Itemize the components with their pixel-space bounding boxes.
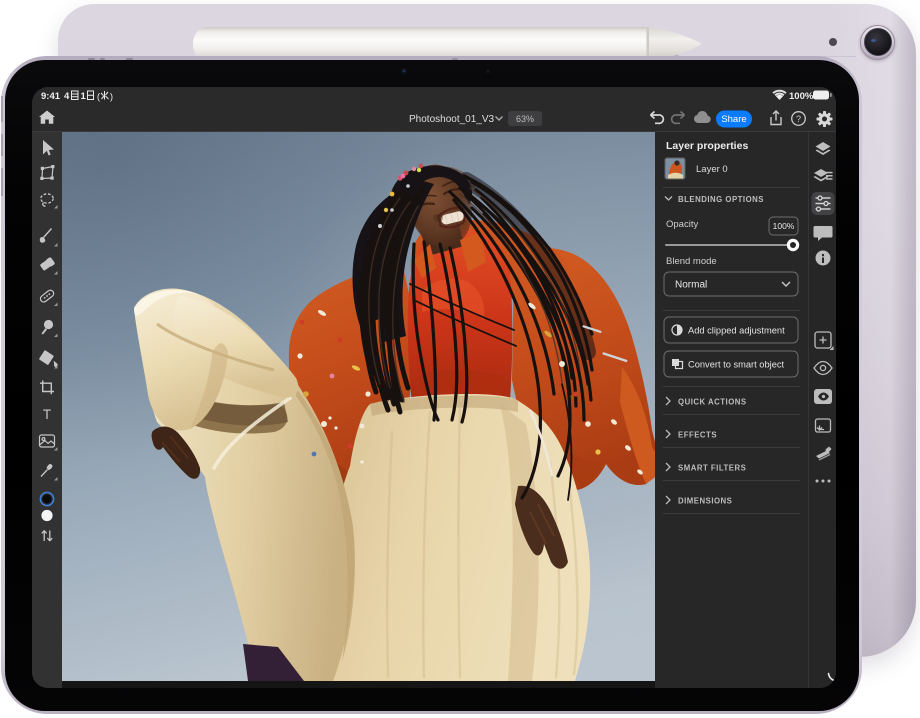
svg-text:): ) xyxy=(110,92,113,102)
svg-text:DIMENSIONS: DIMENSIONS xyxy=(678,497,732,506)
svg-text:T: T xyxy=(43,407,51,422)
svg-text:100%: 100% xyxy=(789,91,814,102)
svg-text:EFFECTS: EFFECTS xyxy=(678,431,717,440)
svg-text:Blend mode: Blend mode xyxy=(666,256,717,267)
svg-text:?: ? xyxy=(796,114,801,124)
svg-text:Add clipped adjustment: Add clipped adjustment xyxy=(688,326,785,336)
svg-text:Opacity: Opacity xyxy=(666,219,698,230)
svg-text:Layer 0: Layer 0 xyxy=(696,164,728,175)
svg-text:Convert to smart object: Convert to smart object xyxy=(688,360,785,370)
svg-text:Normal: Normal xyxy=(675,280,707,291)
svg-text:(: ( xyxy=(97,92,100,102)
svg-text:SMART FILTERS: SMART FILTERS xyxy=(678,464,746,473)
svg-text:4: 4 xyxy=(64,91,70,102)
svg-text:Photoshoot_01_V3: Photoshoot_01_V3 xyxy=(409,114,495,125)
svg-text:Share: Share xyxy=(721,114,746,125)
svg-text:BLENDING OPTIONS: BLENDING OPTIONS xyxy=(678,195,764,204)
svg-text:QUICK ACTIONS: QUICK ACTIONS xyxy=(678,398,747,407)
svg-text:100%: 100% xyxy=(773,221,795,231)
svg-text:63%: 63% xyxy=(516,114,534,124)
svg-text:1: 1 xyxy=(81,91,87,102)
svg-text:9:41: 9:41 xyxy=(41,91,61,102)
svg-text:Layer properties: Layer properties xyxy=(666,140,748,152)
